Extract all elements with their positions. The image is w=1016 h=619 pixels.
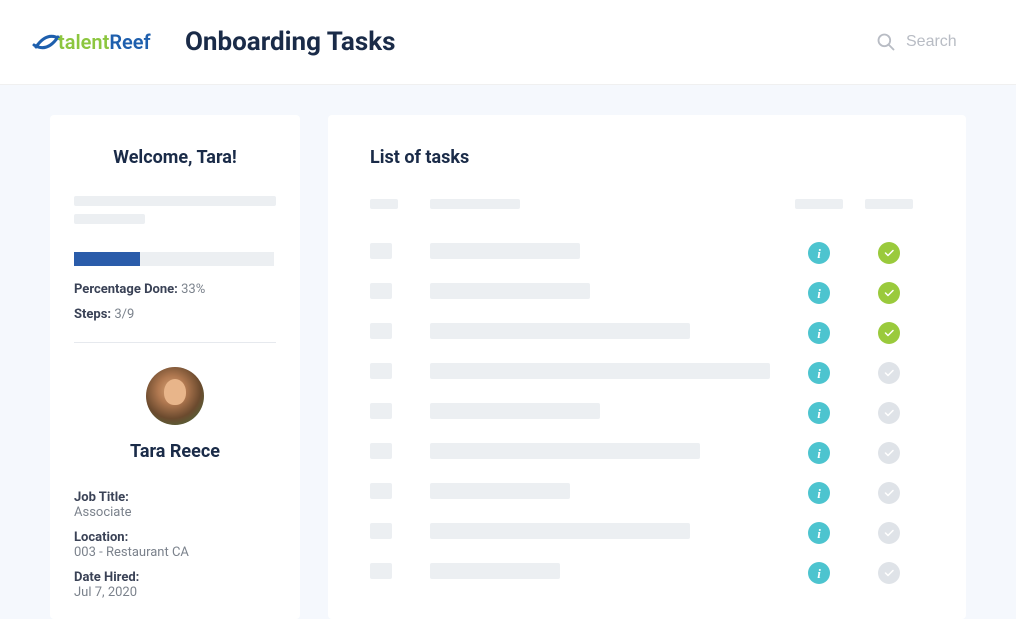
- status-check-icon[interactable]: [878, 482, 900, 504]
- profile-field-label: Location:: [74, 530, 276, 545]
- main-card: List of tasks iiiiiiiii: [328, 115, 966, 619]
- percent-done-label: Percentage Done:: [74, 282, 178, 297]
- task-row[interactable]: i: [370, 473, 924, 513]
- user-name: Tara Reece: [74, 441, 276, 462]
- status-check-icon[interactable]: [878, 362, 900, 384]
- sidebar-card: Welcome, Tara! Percentage Done: 33% Step…: [50, 115, 300, 619]
- loading-placeholder: [74, 196, 276, 224]
- task-row[interactable]: i: [370, 433, 924, 473]
- divider: [74, 342, 276, 343]
- task-row[interactable]: i: [370, 513, 924, 553]
- info-icon[interactable]: i: [808, 322, 830, 344]
- info-icon[interactable]: i: [808, 402, 830, 424]
- profile-field: Location:003 - Restaurant CA: [74, 530, 276, 560]
- progress-bar: [74, 252, 274, 266]
- info-icon[interactable]: i: [808, 522, 830, 544]
- steps-label: Steps:: [74, 307, 111, 322]
- profile-field-value: Associate: [74, 505, 276, 520]
- status-check-icon[interactable]: [878, 442, 900, 464]
- info-icon[interactable]: i: [808, 442, 830, 464]
- task-row[interactable]: i: [370, 233, 924, 273]
- profile-field: Job Title:Associate: [74, 490, 276, 520]
- task-row[interactable]: i: [370, 273, 924, 313]
- search-wrap[interactable]: [876, 32, 986, 52]
- info-icon[interactable]: i: [808, 362, 830, 384]
- profile-field: Date Hired:Jul 7, 2020: [74, 570, 276, 600]
- search-input[interactable]: [906, 33, 986, 51]
- status-check-icon[interactable]: [878, 562, 900, 584]
- profile-field-value: 003 - Restaurant CA: [74, 545, 276, 560]
- tasks-title: List of tasks: [370, 147, 924, 168]
- info-icon[interactable]: i: [808, 482, 830, 504]
- progress-fill: [74, 252, 140, 266]
- status-check-icon[interactable]: [878, 322, 900, 344]
- logo: talentReef: [30, 25, 170, 59]
- percent-done-value: 33%: [181, 282, 205, 297]
- profile-field-value: Jul 7, 2020: [74, 585, 276, 600]
- steps-value: 3/9: [114, 307, 134, 322]
- logo-text-reef: Reef: [109, 30, 150, 54]
- task-table-header: [370, 194, 924, 213]
- content: Welcome, Tara! Percentage Done: 33% Step…: [0, 85, 1016, 619]
- status-check-icon[interactable]: [878, 402, 900, 424]
- search-icon: [876, 32, 896, 52]
- task-row[interactable]: i: [370, 353, 924, 393]
- task-row[interactable]: i: [370, 553, 924, 593]
- info-icon[interactable]: i: [808, 282, 830, 304]
- task-row[interactable]: i: [370, 313, 924, 353]
- header: talentReef Onboarding Tasks: [0, 0, 1016, 85]
- task-row[interactable]: i: [370, 393, 924, 433]
- steps-row: Steps: 3/9: [74, 307, 276, 322]
- status-check-icon[interactable]: [878, 282, 900, 304]
- profile-field-label: Job Title:: [74, 490, 276, 505]
- welcome-title: Welcome, Tara!: [74, 147, 276, 168]
- status-check-icon[interactable]: [878, 242, 900, 264]
- logo-text-talent: talent: [58, 30, 109, 54]
- info-icon[interactable]: i: [808, 562, 830, 584]
- info-icon[interactable]: i: [808, 242, 830, 264]
- profile-field-label: Date Hired:: [74, 570, 276, 585]
- page-title: Onboarding Tasks: [185, 27, 395, 57]
- percent-done-row: Percentage Done: 33%: [74, 282, 276, 297]
- avatar: [146, 367, 204, 425]
- status-check-icon[interactable]: [878, 522, 900, 544]
